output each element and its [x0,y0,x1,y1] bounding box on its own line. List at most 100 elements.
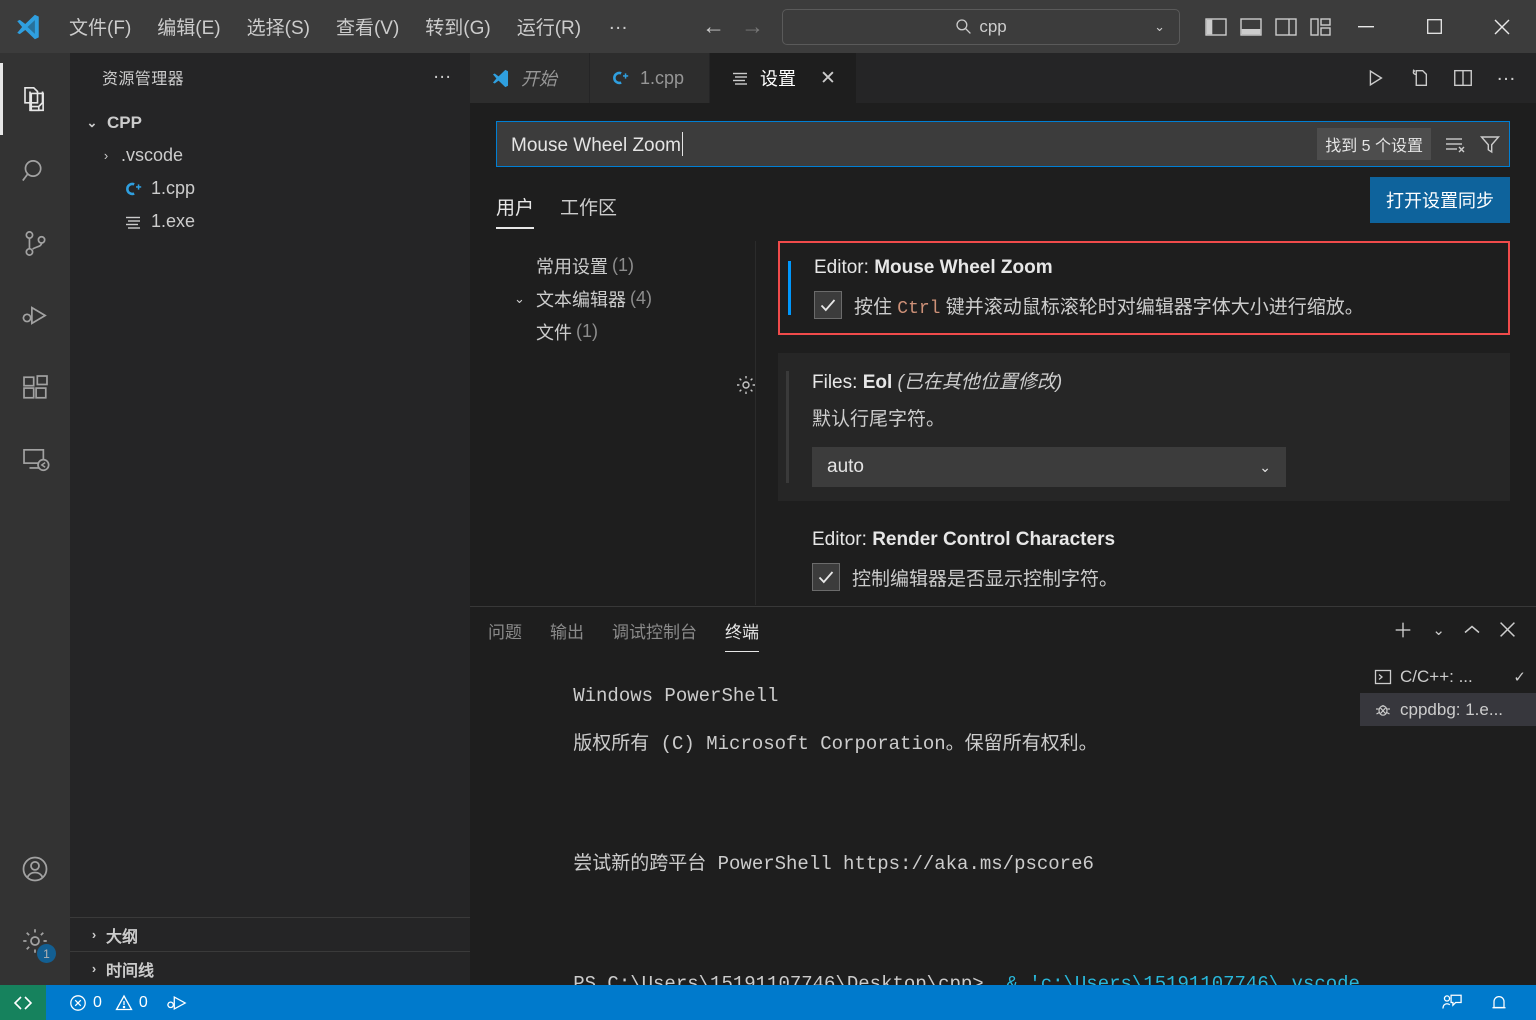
menu-edit[interactable]: 编辑(E) [144,7,233,46]
settings-scope-tabs: 用户 工作区 打开设置同步 [496,167,1510,229]
setting-description-row: 按住 Ctrl 键并滚动鼠标滚轮时对编辑器字体大小进行缩放。 [814,291,1490,319]
gear-icon[interactable] [734,373,758,397]
sidebar-more-icon[interactable]: … [433,63,452,85]
tree-row-1cpp[interactable]: 1.cpp [70,172,470,205]
desc-code: Ctrl [897,298,941,319]
split-editor-icon[interactable] [1452,67,1474,89]
tree-row-1exe[interactable]: 1.exe [70,205,470,238]
chevron-down-icon[interactable]: ⌄ [1432,621,1445,639]
status-problems[interactable]: 0 0 [60,985,157,1020]
error-count: 0 [93,993,102,1011]
setting-description: 默认行尾字符。 [812,409,946,430]
go-back-icon[interactable]: ← [702,15,725,38]
menu-more-icon[interactable]: … [594,13,642,38]
maximize-button[interactable] [1400,0,1468,53]
activity-item-source-control[interactable] [0,207,70,279]
quick-search-input[interactable]: cpp ⌄ [782,8,1180,45]
tab-welcome[interactable]: 开始 [470,53,590,103]
tab-settings[interactable]: 设置 ✕ [710,53,857,103]
menu-run[interactable]: 运行(R) [504,7,594,46]
setting-title: Files: Eol (已在其他位置修改) [812,367,1492,394]
chevron-down-icon[interactable]: ⌄ [1154,19,1165,35]
panel-tab-problems[interactable]: 问题 [488,607,522,652]
terminal-entry-cpp-build[interactable]: C/C++: ... ✓ [1360,660,1536,693]
setting-checkbox[interactable] [814,291,842,319]
sidebar-section-outline[interactable]: › 大纲 [70,917,470,951]
setting-editor-mouse-wheel-zoom[interactable]: Editor: Mouse Wheel Zoom 按住 Ctrl 键并滚动鼠标滚… [778,241,1510,335]
activity-item-search[interactable] [0,135,70,207]
tab-close-icon[interactable]: ✕ [820,67,836,90]
setting-description-row: 控制编辑器是否显示控制字符。 [812,563,1492,591]
setting-editor-render-control-characters[interactable]: Editor: Render Control Characters 控制编辑器是… [778,515,1510,605]
error-icon [69,994,87,1012]
manage-badge: 1 [37,944,56,963]
activity-item-remote-explorer[interactable] [0,423,70,495]
sidebar-section-timeline[interactable]: › 时间线 [70,951,470,985]
tab-user-settings[interactable]: 用户 [496,193,535,229]
toc-item-files[interactable]: 文件 (1) [496,315,755,348]
remote-indicator[interactable] [0,985,46,1020]
go-forward-icon[interactable]: → [741,15,764,38]
panel-tab-debug-console[interactable]: 调试控制台 [612,607,697,652]
setting-select-eol[interactable]: auto ⌄ [812,447,1286,487]
menu-view[interactable]: 查看(V) [323,7,412,46]
open-settings-sync-button[interactable]: 打开设置同步 [1370,177,1510,223]
debug-bug-icon [1374,701,1392,719]
close-button[interactable] [1468,0,1536,53]
toc-item-commonly-used[interactable]: ⌄ 常用设置 (1) [496,249,755,282]
menu-selection[interactable]: 选择(S) [234,7,323,46]
tab-workspace-settings[interactable]: 工作区 [560,193,617,229]
activity-item-accounts[interactable] [0,833,70,905]
terminal-entry-cppdbg[interactable]: cppdbg: 1.e... [1360,693,1536,726]
warning-icon [115,994,133,1012]
window-controls [1332,0,1536,53]
setting-files-eol[interactable]: Files: Eol (已在其他位置修改) 默认行尾字符。 auto ⌄ [737,353,1510,501]
settings-search-input[interactable]: Mouse Wheel Zoom 找到 5 个设置 [496,121,1510,167]
toggle-secondary-sidebar-icon[interactable] [1275,17,1297,36]
toggle-panel-icon[interactable] [1240,17,1262,36]
tab-1cpp[interactable]: 1.cpp [590,53,710,103]
run-icon[interactable] [1364,67,1386,89]
setting-checkbox[interactable] [812,563,840,591]
desc-pre: 按住 [854,296,898,318]
run-and-debug-icon[interactable] [1408,67,1430,89]
activity-item-extensions[interactable] [0,351,70,423]
more-actions-icon[interactable]: … [1496,64,1516,86]
menu-file[interactable]: 文件(F) [56,7,144,46]
filter-icon[interactable] [1479,134,1501,154]
vscode-window: 文件(F) 编辑(E) 选择(S) 查看(V) 转到(G) 运行(R) … ← … [0,0,1536,1020]
toggle-primary-sidebar-icon[interactable] [1205,17,1227,36]
tree-row-vscode[interactable]: › .vscode [70,139,470,172]
toc-count: (1) [612,255,634,275]
activity-item-run-debug[interactable] [0,279,70,351]
new-terminal-icon[interactable] [1392,619,1414,641]
feedback-icon[interactable] [1432,985,1472,1020]
desc-post: 键并滚动鼠标滚轮时对编辑器字体大小进行缩放。 [940,296,1364,318]
tree-label: CPP [107,112,142,132]
minimize-button[interactable] [1332,0,1400,53]
status-debug[interactable] [157,985,197,1020]
bell-icon[interactable] [1480,985,1518,1020]
clear-filter-icon[interactable] [1443,134,1467,154]
panel-tab-output[interactable]: 输出 [550,607,584,652]
customize-layout-icon[interactable] [1310,17,1332,36]
chevron-down-icon[interactable]: ⌄ [80,115,104,131]
terminal-output[interactable]: Windows PowerShell 版权所有 (C) Microsoft Co… [470,652,1360,985]
maximize-panel-icon[interactable] [1463,623,1481,637]
close-panel-icon[interactable] [1499,621,1516,638]
section-label: 大纲 [106,928,139,946]
toc-label: 文件 [536,322,572,343]
toc-item-text-editor[interactable]: ⌄ 文本编辑器 (4) [496,282,755,315]
toc-label: 常用设置 [536,256,608,277]
chevron-down-icon[interactable]: ⌄ [514,291,536,307]
status-right [1432,985,1536,1020]
title-bar: 文件(F) 编辑(E) 选择(S) 查看(V) 转到(G) 运行(R) … ← … [0,0,1536,53]
chevron-right-icon[interactable]: › [94,148,118,163]
activity-item-manage[interactable]: 1 [0,905,70,977]
menu-go[interactable]: 转到(G) [412,7,503,46]
tree-row-cpp[interactable]: ⌄ CPP [70,106,470,139]
activity-item-explorer[interactable] [0,63,70,135]
panel-tab-terminal[interactable]: 终端 [725,607,759,652]
tree-label: 1.cpp [151,178,196,198]
